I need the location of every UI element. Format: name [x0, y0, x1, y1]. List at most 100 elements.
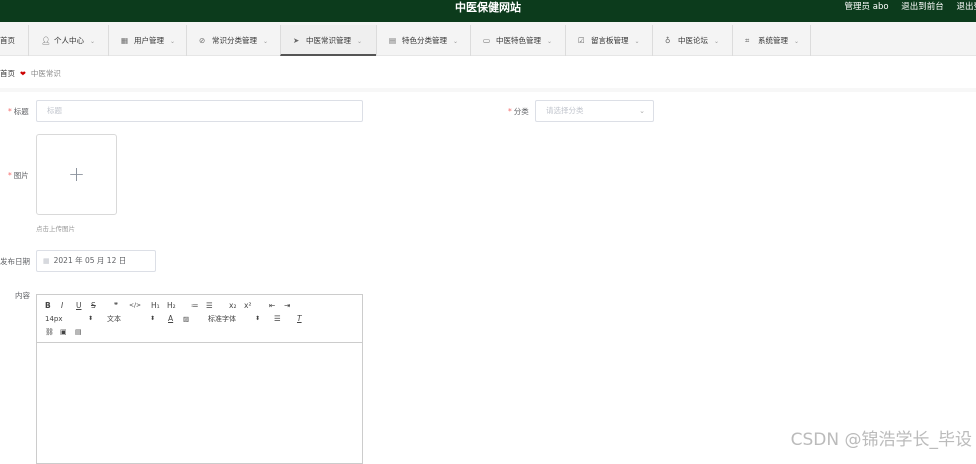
chevron-down-icon: ⌄ [714, 38, 720, 45]
background-color-icon[interactable]: ▨ [183, 314, 189, 324]
clear-format-icon[interactable]: T [297, 314, 302, 324]
nav-tcm-feature[interactable]: ▭ 中医特色管理 ⌄ [470, 25, 565, 56]
nav-system-management[interactable]: ⌗ 系统管理 ⌄ [732, 25, 811, 56]
calendar-icon: ▦ [43, 257, 50, 265]
indent-button[interactable]: ⇥ [284, 301, 290, 311]
text-type-select[interactable]: 文本 ⬍ [107, 314, 155, 324]
required-mark: * [508, 107, 512, 116]
nav-feature-category[interactable]: ▤ 特色分类管理 ⌄ [376, 25, 470, 56]
text-type-value: 文本 [107, 315, 121, 323]
required-mark: * [8, 107, 12, 116]
chevron-down-icon: ⌄ [170, 38, 176, 45]
logout-link[interactable]: 退出登 [956, 2, 976, 12]
nav-knowledge-category[interactable]: ⊘ 常识分类管理 ⌄ [186, 25, 280, 56]
date-label: 发布日期 [0, 257, 30, 266]
breadcrumb-current: 中医常识 [30, 69, 61, 78]
image-label-text: 图片 [13, 171, 29, 180]
heart-icon: ❤ [20, 70, 26, 78]
publish-date-picker[interactable]: ▦ 2021 年 05 月 12 日 [36, 250, 156, 272]
plus-icon: + [68, 162, 85, 186]
list-icon: ▤ [389, 36, 397, 45]
chevron-down-icon: ⌄ [357, 38, 363, 45]
nav-label: 中医常识管理 [306, 36, 351, 45]
superscript-button[interactable]: x² [244, 301, 251, 311]
subscript-button[interactable]: x₂ [229, 301, 236, 311]
header-actions: 管理员 abo 退出到前台 退出登 [845, 0, 976, 14]
book-icon: ⊘ [199, 36, 206, 45]
nav-label: 常识分类管理 [212, 36, 257, 45]
font-family-select[interactable]: 标准字体 ⬍ [208, 314, 260, 324]
chevron-down-icon: ⌄ [634, 38, 640, 45]
align-icon[interactable]: ☰ [274, 314, 281, 324]
bullet-list-button[interactable]: ☰ [206, 301, 213, 311]
chevron-down-icon: ⌄ [794, 38, 800, 45]
nav-home-label: 首页 [0, 36, 15, 45]
chevron-down-icon: ⌄ [453, 38, 459, 45]
checkbox-icon: ☑ [578, 36, 585, 45]
image-label: * 图片 [8, 170, 29, 181]
title-label: * 标题 [8, 106, 29, 117]
editor-toolbar: B I U S ❞ </> H₁ H₂ ≔ ☰ x₂ x² ⇤ ⇥ 14px ⬍ … [37, 295, 362, 343]
watermark: CSDN @锦浩学长_毕设 [790, 430, 972, 450]
user-icon: 👤︎ [41, 36, 51, 45]
admin-username: 管理员 abo [844, 2, 889, 12]
nav-label: 个人中心 [54, 36, 84, 45]
nav-label: 中医特色管理 [496, 36, 541, 45]
title-label-text: 标题 [13, 107, 29, 116]
underline-button[interactable]: U [76, 301, 82, 311]
link-icon[interactable]: ⛓ [45, 327, 54, 337]
nav-label: 留言板管理 [591, 36, 629, 45]
image-icon[interactable]: ▣ [60, 327, 67, 337]
top-header: 中医保健网站 管理员 abo 退出到前台 退出登 [0, 0, 976, 22]
nav-tcm-knowledge[interactable]: ➤ 中医常识管理 ⌄ [280, 25, 376, 56]
site-title: 中医保健网站 [455, 1, 521, 14]
updown-icon: ⬍ [149, 315, 155, 322]
nav-personal-center[interactable]: 👤︎ 个人中心 ⌄ [28, 25, 108, 56]
nav-label: 特色分类管理 [402, 36, 447, 45]
rich-text-editor: B I U S ❞ </> H₁ H₂ ≔ ☰ x₂ x² ⇤ ⇥ 14px ⬍ … [36, 294, 363, 464]
font-size-value: 14px [45, 315, 63, 323]
chevron-down-icon: ⌄ [547, 38, 553, 45]
chevron-down-icon: ⌄ [90, 38, 96, 45]
breadcrumb-home[interactable]: 首页 [0, 69, 15, 78]
nav-user-management[interactable]: ▦ 用户管理 ⌄ [108, 25, 186, 56]
ordered-list-button[interactable]: ≔ [191, 301, 199, 311]
header1-button[interactable]: H₁ [151, 301, 160, 311]
content-label: 内容 [15, 291, 30, 300]
nav-message-board[interactable]: ☑ 留言板管理 ⌄ [565, 25, 652, 56]
header2-button[interactable]: H₂ [167, 301, 176, 311]
title-input[interactable]: 标题 [36, 100, 363, 122]
nav-forum[interactable]: ♁ 中医论坛 ⌄ [652, 25, 732, 56]
italic-button[interactable]: I [61, 301, 63, 311]
back-to-front-link[interactable]: 退出到前台 [901, 2, 944, 12]
crop-icon: ⌗ [745, 36, 750, 45]
send-icon: ➤ [293, 36, 300, 45]
nav-label: 中医论坛 [678, 36, 708, 45]
font-family-value: 标准字体 [208, 315, 236, 323]
date-value: 2021 年 05 月 12 日 [53, 256, 127, 265]
code-block-button[interactable]: </> [129, 301, 141, 311]
category-placeholder: 请选择分类 [546, 106, 584, 115]
nav-label: 用户管理 [134, 36, 164, 45]
required-mark: * [8, 171, 12, 180]
main-nav: 首页 👤︎ 个人中心 ⌄ ▦ 用户管理 ⌄ ⊘ 常识分类管理 ⌄ ➤ 中医常识管理 ⌄ ▤ 特色分… [0, 22, 976, 56]
chevron-down-icon: ⌄ [263, 38, 269, 45]
section-divider [0, 88, 976, 92]
video-icon[interactable]: ▤ [75, 327, 82, 337]
message-icon: ▭ [483, 36, 491, 45]
image-upload-area[interactable]: + [36, 134, 117, 215]
breadcrumb: 首页 ❤ 中医常识 [0, 64, 61, 84]
font-size-select[interactable]: 14px ⬍ [45, 314, 93, 324]
bold-button[interactable]: B [45, 301, 51, 311]
category-select[interactable]: 请选择分类 ⌄ [535, 100, 654, 122]
grid-icon: ▦ [121, 36, 129, 45]
strike-button[interactable]: S [91, 301, 96, 311]
quote-button[interactable]: ❞ [114, 301, 118, 311]
outdent-button[interactable]: ⇤ [269, 301, 275, 311]
updown-icon: ⬍ [87, 315, 93, 322]
updown-icon: ⬍ [254, 315, 260, 322]
nav-home[interactable]: 首页 [0, 25, 28, 56]
chevron-down-icon: ⌄ [639, 107, 645, 115]
category-label-text: 分类 [513, 107, 529, 116]
font-color-icon[interactable]: A [168, 314, 173, 324]
